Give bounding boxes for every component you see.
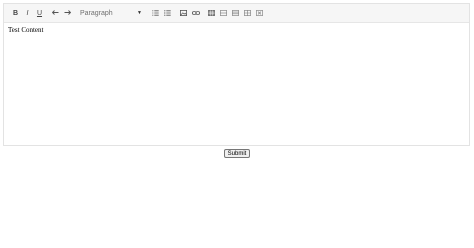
italic-button[interactable]: I: [22, 8, 33, 19]
insert-table-button[interactable]: [206, 8, 217, 19]
table-icon: [208, 10, 215, 16]
block-format-value: Paragraph: [80, 9, 113, 17]
underline-button[interactable]: U: [34, 8, 45, 19]
form-actions: Submit: [0, 149, 474, 158]
redo-icon: [64, 10, 71, 16]
insert-link-button[interactable]: [190, 8, 201, 19]
bulleted-list-icon: [164, 10, 171, 16]
list-group: [150, 8, 174, 19]
numbered-list-icon: [152, 10, 159, 16]
table-column-icon: [232, 10, 239, 16]
editor-paragraph: Test Content: [8, 26, 44, 34]
table-row-icon: [220, 10, 227, 16]
table-delete-icon: [256, 10, 263, 16]
table-group: [206, 8, 266, 19]
image-icon: [180, 10, 187, 16]
history-group: [50, 8, 74, 19]
editor-toolbar: B I U Paragraph ▼: [4, 4, 469, 23]
numbered-list-button[interactable]: [150, 8, 161, 19]
redo-button[interactable]: [62, 8, 73, 19]
insert-image-button[interactable]: [178, 8, 189, 19]
link-icon: [191, 10, 200, 16]
table-cell-button[interactable]: [242, 8, 253, 19]
text-style-group: B I U: [10, 8, 46, 19]
bold-button[interactable]: B: [10, 8, 21, 19]
rich-text-editor: B I U Paragraph ▼ Test Content: [3, 3, 470, 146]
undo-button[interactable]: [50, 8, 61, 19]
table-cell-icon: [244, 10, 251, 16]
undo-icon: [52, 10, 59, 16]
insert-group: [178, 8, 202, 19]
chevron-down-icon: ▼: [137, 10, 142, 16]
block-format-select[interactable]: Paragraph ▼: [78, 8, 144, 19]
bulleted-list-button[interactable]: [162, 8, 173, 19]
submit-button[interactable]: Submit: [223, 149, 251, 158]
table-column-button[interactable]: [230, 8, 241, 19]
table-row-button[interactable]: [218, 8, 229, 19]
table-delete-button[interactable]: [254, 8, 265, 19]
editor-content-area[interactable]: Test Content: [4, 23, 469, 37]
